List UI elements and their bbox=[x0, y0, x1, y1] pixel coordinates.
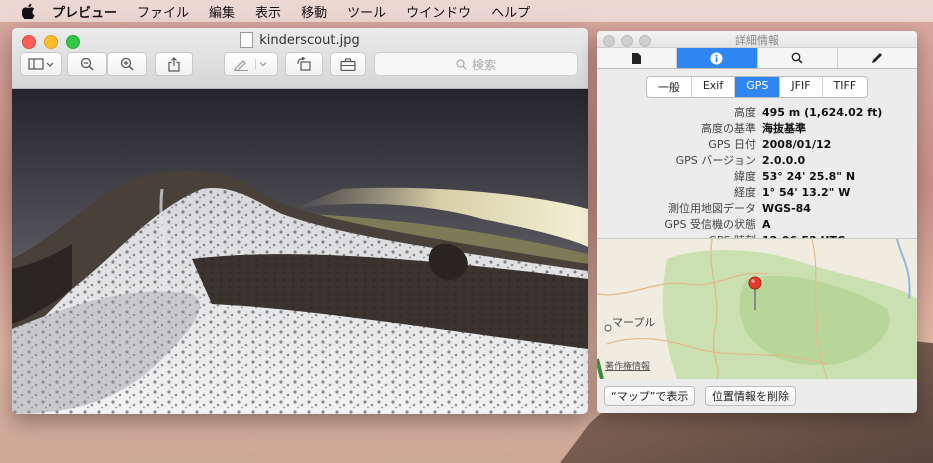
toolbox-button[interactable] bbox=[330, 52, 366, 76]
gps-key: GPS バージョン bbox=[675, 154, 756, 167]
menu-help[interactable]: ヘルプ bbox=[491, 2, 530, 21]
tab-more-info[interactable] bbox=[677, 48, 758, 68]
tab-keywords[interactable] bbox=[758, 48, 838, 68]
search-icon bbox=[456, 58, 467, 70]
menu-go[interactable]: 移動 bbox=[301, 2, 327, 21]
gps-value: 2008/01/12 bbox=[762, 137, 832, 151]
gps-row: 経度 1° 54' 13.2" W bbox=[597, 184, 917, 200]
subtab-jfif[interactable]: JFIF bbox=[780, 77, 823, 97]
gps-row: GPS 受信機の状態 A bbox=[597, 216, 917, 232]
menu-edit[interactable]: 編集 bbox=[209, 2, 235, 21]
gps-key: 緯度 bbox=[734, 170, 756, 183]
gps-value: 1° 54' 13.2" W bbox=[762, 185, 851, 199]
gps-value: 495 m (1,624.02 ft) bbox=[762, 105, 883, 119]
sidebar-toggle-button[interactable] bbox=[20, 52, 62, 76]
zoom-in-icon bbox=[120, 57, 134, 71]
gps-key: GPS 受信機の状態 bbox=[664, 218, 756, 231]
search-placeholder: 検索 bbox=[471, 57, 496, 72]
photo-canvas[interactable] bbox=[12, 89, 588, 414]
inspector-title: 詳細情報 bbox=[735, 34, 779, 47]
map-pin-icon bbox=[748, 276, 762, 310]
apple-icon[interactable] bbox=[18, 3, 38, 19]
zoom-out-button[interactable] bbox=[67, 52, 107, 76]
subtab-tiff[interactable]: TIFF bbox=[823, 77, 868, 97]
rotate-icon bbox=[297, 57, 311, 71]
map-copyright-link[interactable]: 著作権情報 bbox=[605, 359, 650, 372]
share-button[interactable] bbox=[155, 52, 193, 76]
menu-view[interactable]: 表示 bbox=[255, 2, 281, 21]
preview-window: kinderscout.jpg 検索 bbox=[12, 28, 588, 414]
menu-app-preview[interactable]: プレビュー bbox=[52, 2, 117, 21]
gps-row: GPS バージョン 2.0.0.0 bbox=[597, 152, 917, 168]
gps-row: 緯度 53° 24' 25.8" N bbox=[597, 168, 917, 184]
zoom-out-icon bbox=[80, 57, 94, 71]
window-title: kinderscout.jpg bbox=[12, 32, 588, 48]
search-field[interactable]: 検索 bbox=[374, 52, 578, 76]
menu-window[interactable]: ウインドウ bbox=[406, 2, 471, 21]
subtab-gps[interactable]: GPS bbox=[735, 77, 781, 97]
inspector-tab-bar bbox=[597, 47, 917, 69]
sidebar-icon bbox=[28, 58, 54, 70]
zoom-in-button[interactable] bbox=[107, 52, 147, 76]
tab-general-info[interactable] bbox=[597, 48, 678, 68]
toolbox-icon bbox=[340, 57, 356, 71]
gps-key: GPS 日付 bbox=[708, 138, 756, 151]
gps-key: 高度 bbox=[734, 106, 756, 119]
tab-annotations[interactable] bbox=[838, 48, 917, 68]
document-icon bbox=[632, 52, 642, 64]
gps-metadata-list: 高度 495 m (1,624.02 ft) 高度の基準 海抜基準 GPS 日付 20… bbox=[597, 104, 917, 248]
gps-row: 高度 495 m (1,624.02 ft) bbox=[597, 104, 917, 120]
rotate-button[interactable] bbox=[285, 52, 323, 76]
gps-value: WGS-84 bbox=[762, 201, 811, 215]
menu-tools[interactable]: ツール bbox=[347, 2, 386, 21]
window-title-text: kinderscout.jpg bbox=[259, 32, 360, 48]
inspector-titlebar: 詳細情報 bbox=[597, 31, 917, 47]
map-place-label: マープル bbox=[612, 316, 656, 329]
location-map[interactable]: マープル 著作権情報 bbox=[597, 238, 917, 379]
menu-file[interactable]: ファイル bbox=[137, 2, 189, 21]
pen-icon bbox=[234, 59, 248, 71]
search-icon bbox=[791, 52, 803, 64]
gps-row: GPS 日付 2008/01/12 bbox=[597, 136, 917, 152]
share-icon bbox=[168, 56, 180, 72]
gps-value: 2.0.0.0 bbox=[762, 153, 806, 167]
preview-titlebar: kinderscout.jpg 検索 bbox=[12, 28, 588, 89]
chevron-down-icon bbox=[255, 59, 267, 69]
metadata-segmented-control: 一般 Exif GPS JFIF TIFF bbox=[597, 76, 917, 98]
kinderscout-photo bbox=[12, 89, 588, 414]
remove-location-button[interactable]: 位置情報を削除 bbox=[705, 386, 796, 406]
subtab-exif[interactable]: Exif bbox=[692, 77, 736, 97]
menu-bar: プレビュー ファイル 編集 表示 移動 ツール ウインドウ ヘルプ bbox=[0, 0, 933, 22]
document-icon bbox=[240, 32, 254, 48]
gps-key: 測位用地図データ bbox=[668, 202, 756, 215]
gps-key: 経度 bbox=[734, 186, 756, 199]
gps-row: 測位用地図データ WGS-84 bbox=[597, 200, 917, 216]
show-in-maps-button[interactable]: “マップ”で表示 bbox=[604, 386, 696, 406]
pen-icon bbox=[872, 53, 883, 63]
info-icon bbox=[710, 52, 723, 64]
inspector-panel: 詳細情報 一般 Exif GPS JFIF TIFF 高度 495 m (1,6… bbox=[597, 31, 917, 413]
markup-button[interactable] bbox=[224, 52, 278, 76]
subtab-general[interactable]: 一般 bbox=[647, 77, 692, 97]
gps-value: A bbox=[762, 217, 771, 231]
gps-value: 53° 24' 25.8" N bbox=[762, 169, 856, 183]
gps-row: 高度の基準 海抜基準 bbox=[597, 120, 917, 136]
gps-value: 海抜基準 bbox=[762, 122, 806, 135]
gps-key: 高度の基準 bbox=[701, 122, 756, 135]
